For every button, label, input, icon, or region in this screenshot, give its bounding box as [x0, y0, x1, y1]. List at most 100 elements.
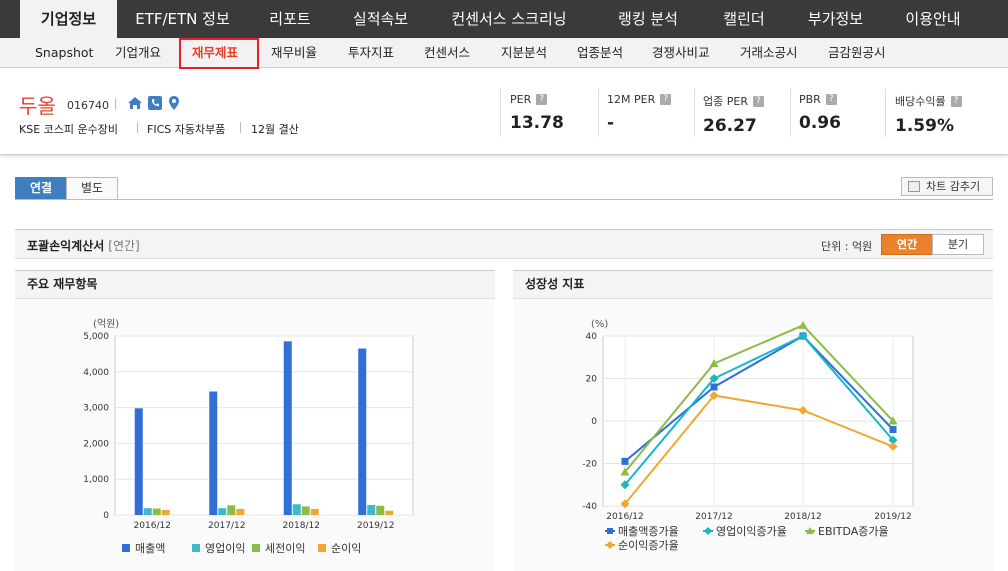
annual-button[interactable]: 연간: [881, 234, 933, 255]
help-icon[interactable]: ?: [950, 95, 962, 107]
y-tick-label: 0: [103, 511, 109, 521]
bar: [367, 504, 376, 515]
nav-company-info[interactable]: 기업정보: [20, 0, 117, 38]
legend-label: 세전이익: [265, 542, 305, 555]
help-icon[interactable]: ?: [536, 94, 548, 105]
company-market: KSE 코스피 운수장비: [19, 123, 118, 136]
unit-label: 단위 : 억원: [821, 240, 873, 253]
nav-ranking-analysis[interactable]: 랭킹 분석: [589, 0, 707, 38]
subnav-exchange-disclosure[interactable]: 거래소공시: [740, 38, 798, 68]
nav-report[interactable]: 리포트: [248, 0, 332, 38]
stat-label: 업종 PER: [703, 95, 748, 108]
subnav-financial-ratios[interactable]: 재무비율: [271, 38, 317, 68]
tab-consolidated[interactable]: 연결: [15, 177, 67, 200]
tab-separate[interactable]: 별도: [66, 177, 118, 200]
bar: [283, 341, 292, 515]
panel-title: 주요 재무항목: [15, 270, 495, 299]
bar: [301, 506, 310, 515]
help-icon[interactable]: ?: [752, 95, 764, 107]
company-name: 두올: [19, 94, 56, 118]
stat-label: 12M PER: [607, 93, 656, 106]
key-financials-panel: 주요 재무항목 0 1,000 2,000 3,000 4,000 5,000 (억원) 20…: [15, 270, 495, 571]
location-pin-icon[interactable]: [166, 95, 182, 111]
bar: [218, 508, 227, 515]
y-tick-label: 3,000: [83, 404, 109, 414]
bar: [152, 508, 161, 515]
nav-help[interactable]: 이용안내: [890, 0, 976, 38]
divider: [500, 89, 501, 137]
stat-value: 13.78: [510, 113, 564, 133]
highlight-box: [179, 38, 259, 69]
nav-earnings-flash[interactable]: 실적속보: [332, 0, 429, 38]
legend-marker: [704, 527, 712, 535]
plot-area: [114, 335, 414, 516]
stat-pbr: PBR? 0.96: [799, 93, 841, 133]
tab-underline: [15, 199, 993, 200]
nav-etf-etn[interactable]: ETF/ETN 정보: [117, 0, 248, 38]
stat-value: 26.27: [703, 116, 757, 136]
divider: [240, 122, 241, 133]
help-icon[interactable]: ?: [825, 94, 837, 105]
x-tick-label: 2016/12: [134, 521, 171, 531]
bar: [161, 509, 170, 515]
stat-dividend-yield: 배당수익률? 1.59%: [895, 93, 962, 136]
stat-value: 0.96: [799, 113, 841, 133]
subnav-snapshot[interactable]: Snapshot: [35, 38, 93, 68]
x-tick-label: 2019/12: [357, 521, 394, 531]
divider: [694, 89, 695, 137]
company-settlement: 12월 결산: [251, 123, 299, 136]
subnav-industry-analysis[interactable]: 업종분석: [577, 38, 623, 68]
home-icon[interactable]: [127, 95, 143, 111]
company-header: 두올 016740 KSE 코스피 운수장비 FICS 자동차부품 12월 결산…: [0, 69, 1008, 155]
data-point: [621, 457, 629, 465]
legend-label: 순이익: [331, 542, 361, 555]
divider: [598, 89, 599, 137]
nav-calendar[interactable]: 캘린더: [707, 0, 781, 38]
growth-panel: 성장성 지표 -40 -20 0 20 40 (%) 2016/12 2017/12 2018/…: [513, 270, 993, 571]
bar: [209, 391, 218, 515]
x-tick-label: 2016/12: [606, 512, 643, 522]
chart-icon: [908, 181, 920, 192]
subnav-fss-disclosure[interactable]: 금감원공시: [828, 38, 886, 68]
subnav-ownership[interactable]: 지분분석: [501, 38, 547, 68]
section-title: 포괄손익계산서 [연간]: [27, 239, 140, 253]
quarter-button[interactable]: 분기: [932, 234, 984, 255]
nav-extra-info[interactable]: 부가정보: [781, 0, 890, 38]
y-tick-label: 4,000: [83, 368, 109, 378]
nav-consensus-screening[interactable]: 컨센서스 스크리닝: [429, 0, 589, 38]
legend-label: 매출액증가율: [618, 525, 679, 538]
x-tick-label: 2017/12: [695, 512, 732, 522]
y-tick-label: -20: [582, 460, 597, 470]
legend-swatch: [252, 544, 260, 552]
subnav-company-overview[interactable]: 기업개요: [115, 38, 161, 68]
legend-marker: [606, 541, 614, 549]
x-tick-label: 2019/12: [874, 512, 911, 522]
y-tick-label: 1,000: [83, 475, 109, 485]
stat-label: PER: [510, 93, 532, 106]
line-chart: -40 -20 0 20 40 (%) 2016/12 2017/12 2018/12 2019/…: [582, 319, 914, 552]
x-tick-label: 2017/12: [208, 521, 245, 531]
data-point: [889, 426, 897, 433]
legend-swatch: [318, 544, 326, 552]
bar: [376, 505, 385, 515]
bar: [385, 510, 394, 515]
legend-label: 영업이익증가율: [716, 525, 787, 538]
bar: [134, 408, 143, 515]
legend-label: EBITDA증가율: [818, 525, 889, 538]
bar: [143, 508, 152, 515]
divider: [790, 89, 791, 137]
subnav-peer-comparison[interactable]: 경쟁사비교: [652, 38, 710, 68]
y-tick-label: 0: [591, 417, 597, 427]
y-axis-label: (억원): [93, 318, 119, 330]
phone-icon[interactable]: [147, 95, 163, 111]
hide-chart-button[interactable]: 차트 감추기: [901, 177, 993, 196]
legend-marker: [607, 528, 613, 534]
divider: [115, 98, 116, 110]
company-fics: FICS 자동차부품: [147, 123, 226, 136]
help-icon[interactable]: ?: [660, 94, 672, 105]
panel-title: 성장성 지표: [513, 270, 993, 299]
sub-nav: Snapshot 기업개요 재무제표 재무비율 투자지표 컨센서스 지분분석 업…: [0, 38, 1008, 68]
subnav-investment-index[interactable]: 투자지표: [348, 38, 394, 68]
bar: [292, 504, 301, 515]
subnav-consensus[interactable]: 컨센서스: [424, 38, 470, 68]
